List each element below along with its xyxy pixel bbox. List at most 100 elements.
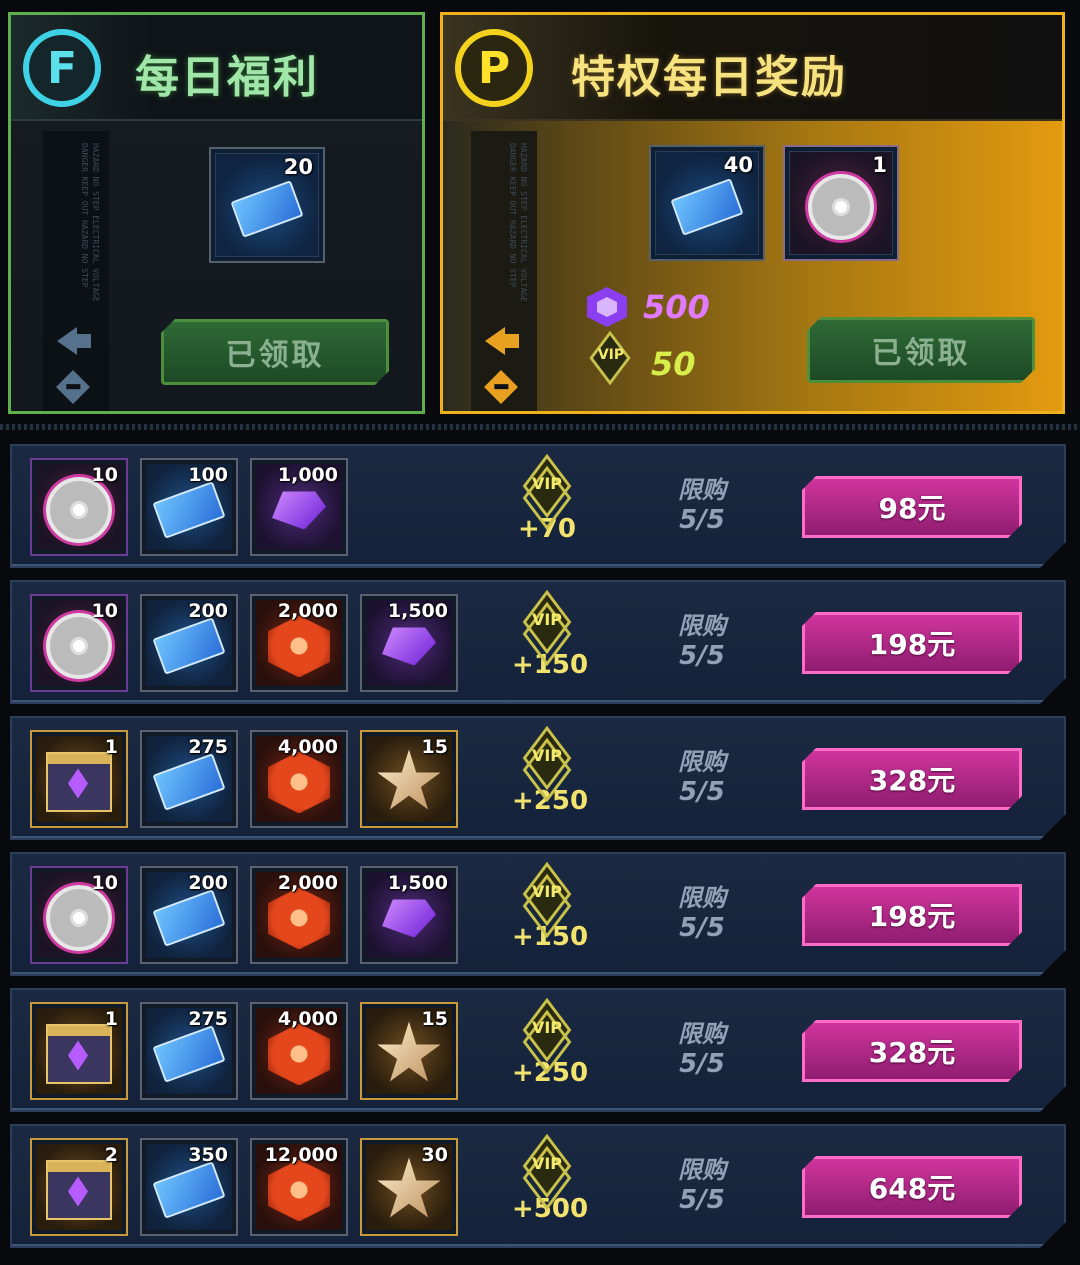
- claimed-button[interactable]: 已领取: [807, 317, 1035, 383]
- limit-count: 5/5: [679, 505, 725, 535]
- item-qty: 100: [188, 464, 228, 486]
- reward-item[interactable]: 40: [649, 145, 765, 261]
- vip-icon: VIP: [514, 1010, 580, 1062]
- red-hex-token-icon: [268, 615, 330, 677]
- pack-item-slot[interactable]: 15: [360, 730, 458, 828]
- reward-item[interactable]: 1: [783, 145, 899, 261]
- price-label: 198元: [868, 900, 956, 933]
- pack-item-slot[interactable]: 1: [30, 1002, 128, 1100]
- red-hex-token-icon: [268, 1023, 330, 1085]
- buy-button[interactable]: 198元: [802, 612, 1022, 674]
- limit-label: 限购: [678, 884, 726, 912]
- pack-item-slot[interactable]: 1: [30, 730, 128, 828]
- limit-count: 5/5: [679, 1185, 725, 1215]
- daily-free-header: F 每日福利: [11, 15, 422, 121]
- buy-button[interactable]: 98元: [802, 476, 1022, 538]
- pack-item-slot[interactable]: 275: [140, 730, 238, 828]
- item-qty: 1,500: [387, 600, 448, 622]
- pack-item-slot[interactable]: 2: [30, 1138, 128, 1236]
- buy-button[interactable]: 328元: [802, 748, 1022, 810]
- red-hex-token-icon: [268, 751, 330, 813]
- limit-label: 限购: [678, 612, 726, 640]
- pack-item-slot[interactable]: 2,000: [250, 866, 348, 964]
- item-qty: 4,000: [277, 736, 338, 758]
- claimed-label: 已领取: [225, 338, 325, 373]
- pack-item-slot[interactable]: 1,500: [360, 866, 458, 964]
- item-qty: 10: [91, 872, 118, 894]
- pack-item-slot[interactable]: 1,000: [250, 458, 348, 556]
- buy-button[interactable]: 648元: [802, 1156, 1022, 1218]
- pack-item-slot[interactable]: 10: [30, 594, 128, 692]
- item-qty: 200: [188, 600, 228, 622]
- pack-row: 10 200 2,000 1,500 VIP +150 限购 5/5 198元: [10, 852, 1066, 976]
- limit-count: 5/5: [679, 1049, 725, 1079]
- item-qty: 1,000: [277, 464, 338, 486]
- star-badge-icon: [376, 749, 442, 815]
- item-qty: 10: [91, 600, 118, 622]
- cinema-ticket-icon: [670, 178, 744, 236]
- purple-crystal-icon: [382, 627, 436, 665]
- divider: [0, 424, 1080, 430]
- vip-icon: VIP: [514, 738, 580, 790]
- item-qty: 10: [91, 464, 118, 486]
- item-qty: 2,000: [277, 600, 338, 622]
- pack-item-slot[interactable]: 10: [30, 458, 128, 556]
- pack-item-slot[interactable]: 30: [360, 1138, 458, 1236]
- pack-row: 1 275 4,000 15 VIP +250 限购 5/5 328元: [10, 988, 1066, 1112]
- gem-value: 500: [643, 288, 710, 326]
- pack-item-slot[interactable]: 200: [140, 594, 238, 692]
- item-qty: 275: [188, 1008, 228, 1030]
- price-label: 648元: [868, 1172, 956, 1205]
- vip-bonus: VIP +70: [512, 466, 582, 544]
- vip-bonus: VIP +500: [512, 1146, 582, 1224]
- purchase-limit: 限购 5/5: [662, 1150, 742, 1215]
- pack-row: 1 275 4,000 15 VIP +250 限购 5/5 328元: [10, 716, 1066, 840]
- price-label: 328元: [868, 764, 956, 797]
- item-qty: 15: [421, 736, 448, 758]
- claimed-label: 已领取: [871, 336, 971, 371]
- price-label: 198元: [868, 628, 956, 661]
- item-qty: 1: [104, 736, 118, 758]
- pack-item-slot[interactable]: 4,000: [250, 1002, 348, 1100]
- film-reel-icon: [46, 477, 112, 543]
- pack-item-slot[interactable]: 350: [140, 1138, 238, 1236]
- purple-crystal-icon: [272, 491, 326, 529]
- pack-item-slot[interactable]: 15: [360, 1002, 458, 1100]
- pack-item-slot[interactable]: 10: [30, 866, 128, 964]
- treasure-chest-icon: [46, 1024, 112, 1084]
- reward-item[interactable]: 20: [209, 147, 325, 263]
- pack-row: 2 350 12,000 30 VIP +500 限购 5/5 648元: [10, 1124, 1066, 1248]
- purple-gem-icon: [585, 285, 629, 329]
- pack-item-slot[interactable]: 200: [140, 866, 238, 964]
- vip-icon: VIP: [514, 874, 580, 926]
- limit-count: 5/5: [679, 641, 725, 671]
- pack-item-slot[interactable]: 275: [140, 1002, 238, 1100]
- pack-item-slot[interactable]: 4,000: [250, 730, 348, 828]
- pack-item-slot[interactable]: 100: [140, 458, 238, 556]
- buy-button[interactable]: 328元: [802, 1020, 1022, 1082]
- vip-bonus: VIP +250: [512, 1010, 582, 1088]
- cinema-ticket-icon: [152, 482, 225, 540]
- limit-count: 5/5: [679, 777, 725, 807]
- pack-item-slot[interactable]: 2,000: [250, 594, 348, 692]
- privilege-daily-card: P 特权每日奖励 HAZARD NO STEP ELECTRICAL VOLTA…: [440, 12, 1065, 414]
- diamond-icon: [484, 370, 518, 404]
- purchase-limit: 限购 5/5: [662, 1014, 742, 1079]
- daily-free-title: 每日福利: [135, 52, 319, 103]
- cinema-ticket-icon: [152, 754, 225, 812]
- cinema-ticket-icon: [152, 1162, 225, 1220]
- pack-item-slot[interactable]: 1,500: [360, 594, 458, 692]
- vip-bonus: VIP +250: [512, 738, 582, 816]
- arrow-left-icon: [485, 327, 519, 355]
- claimed-button[interactable]: 已领取: [161, 319, 389, 385]
- vip-icon: VIP: [585, 330, 637, 387]
- f-badge-icon: F: [23, 29, 101, 107]
- item-qty: 1,500: [387, 872, 448, 894]
- pack-row: 10 100 1,000 VIP +70 限购 5/5 98元: [10, 444, 1066, 568]
- purchase-limit: 限购 5/5: [662, 470, 742, 535]
- pack-item-slot[interactable]: 12,000: [250, 1138, 348, 1236]
- buy-button[interactable]: 198元: [802, 884, 1022, 946]
- gem-reward: 500: [585, 285, 710, 329]
- vip-bonus: VIP +150: [512, 874, 582, 952]
- p-badge-icon: P: [455, 29, 533, 107]
